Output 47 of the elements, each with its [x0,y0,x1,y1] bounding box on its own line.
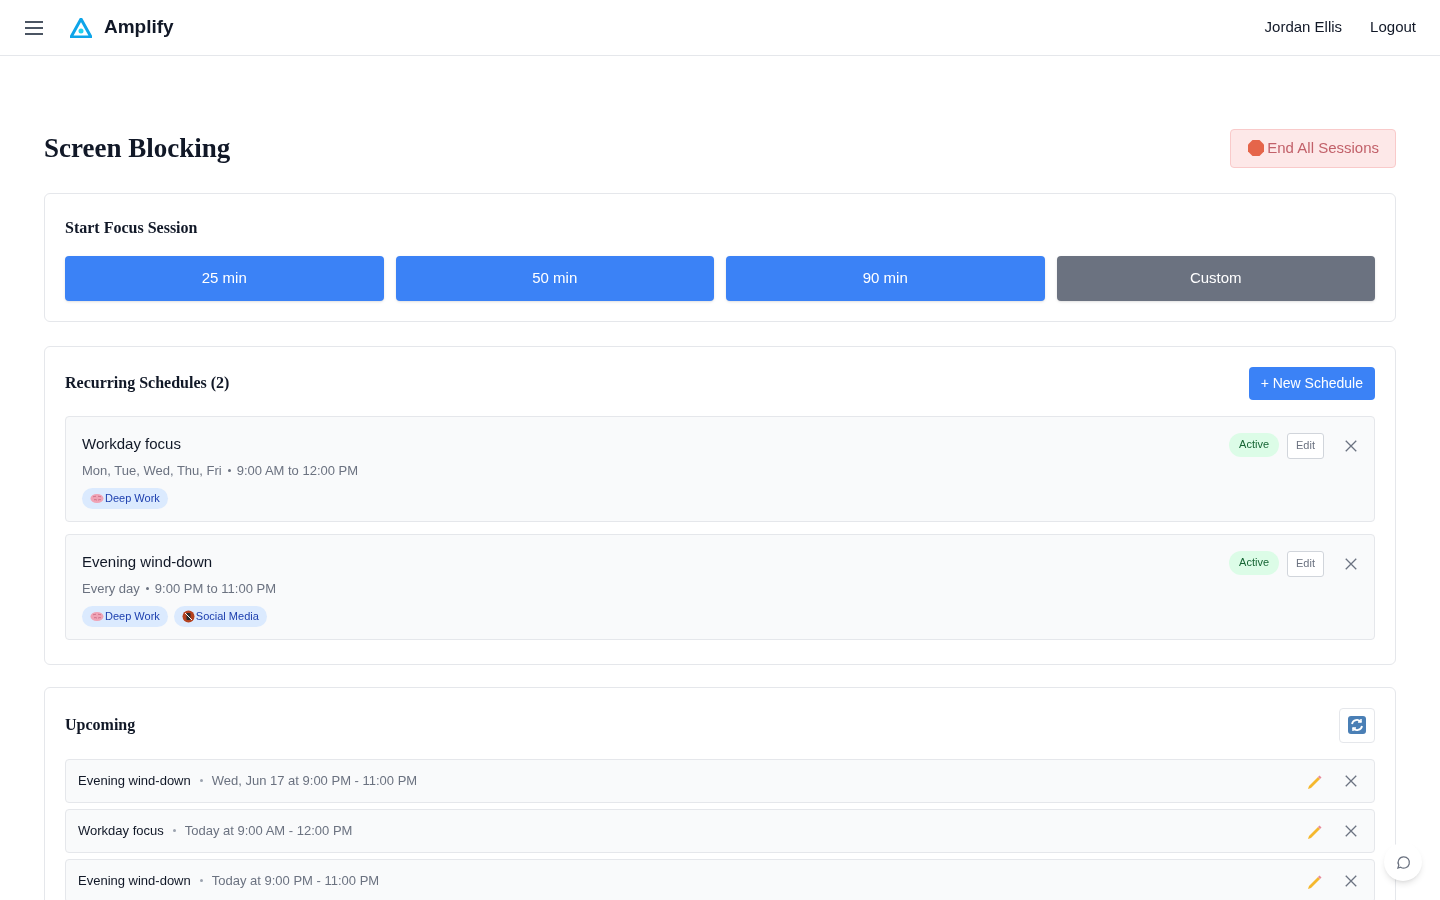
new-schedule-button[interactable]: + New Schedule [1248,366,1375,400]
end-sessions-button[interactable]: End All Sessions [1230,128,1396,168]
upcoming-time: Today at 9:00 PM - 11:00 PM [211,871,380,890]
close-icon[interactable] [1344,823,1358,838]
upcoming-name: Evening wind-down [78,871,191,890]
section-title: Start Focus Session [65,217,199,238]
chat-button[interactable] [1384,843,1422,881]
edit-button[interactable]: Edit [1287,432,1324,459]
refresh-button[interactable] [1339,707,1375,743]
schedule-time: 9:00 PM to 11:00 PM [154,580,276,598]
status-badge: Active [1229,432,1280,457]
schedule-days: Mon, Tue, Wed, Thu, Fri [82,461,222,481]
chat-icon [1395,854,1411,870]
close-icon[interactable] [1344,556,1358,571]
duration-button[interactable]: 25 min [65,255,384,301]
duration-button[interactable]: 50 min [395,255,714,301]
category-tag: Social Media [173,605,267,627]
upcoming-time: Today at 9:00 AM - 12:00 PM [184,821,353,840]
duration-button[interactable]: 90 min [726,255,1045,301]
logo-icon [70,17,92,38]
category-tag: Deep Work [82,487,168,509]
edit-button[interactable]: Edit [1287,550,1324,577]
status-badge: Active [1229,550,1280,575]
logout-link[interactable]: Logout [1370,16,1416,39]
brain-icon [90,492,104,504]
section-title: Recurring Schedules (2) [65,373,230,394]
no-phone-icon [181,609,195,623]
refresh-icon [1348,716,1366,734]
brain-icon [90,610,104,622]
duration-button[interactable]: Custom [1056,255,1375,301]
brand-name: Amplify [104,15,174,40]
upcoming-name: Evening wind-down [78,771,191,790]
schedule-days: Every day [82,579,140,599]
upcoming-name: Workday focus [78,821,164,840]
close-icon[interactable] [1344,438,1358,453]
stop-icon [1247,139,1266,158]
category-tag: Deep Work [82,605,168,627]
user-name[interactable]: Jordan Ellis [1264,16,1343,39]
close-icon[interactable] [1344,773,1358,788]
schedule-name: Evening wind-down [82,551,214,572]
menu-icon[interactable] [24,19,44,36]
schedule-time: 9:00 AM to 12:00 PM [236,462,359,480]
page-title: Screen Blocking [44,132,231,165]
upcoming-time: Wed, Jun 17 at 9:00 PM - 11:00 PM [211,771,418,790]
schedule-name: Workday focus [82,433,182,454]
close-icon[interactable] [1344,873,1358,888]
section-title: Upcoming [65,715,136,736]
